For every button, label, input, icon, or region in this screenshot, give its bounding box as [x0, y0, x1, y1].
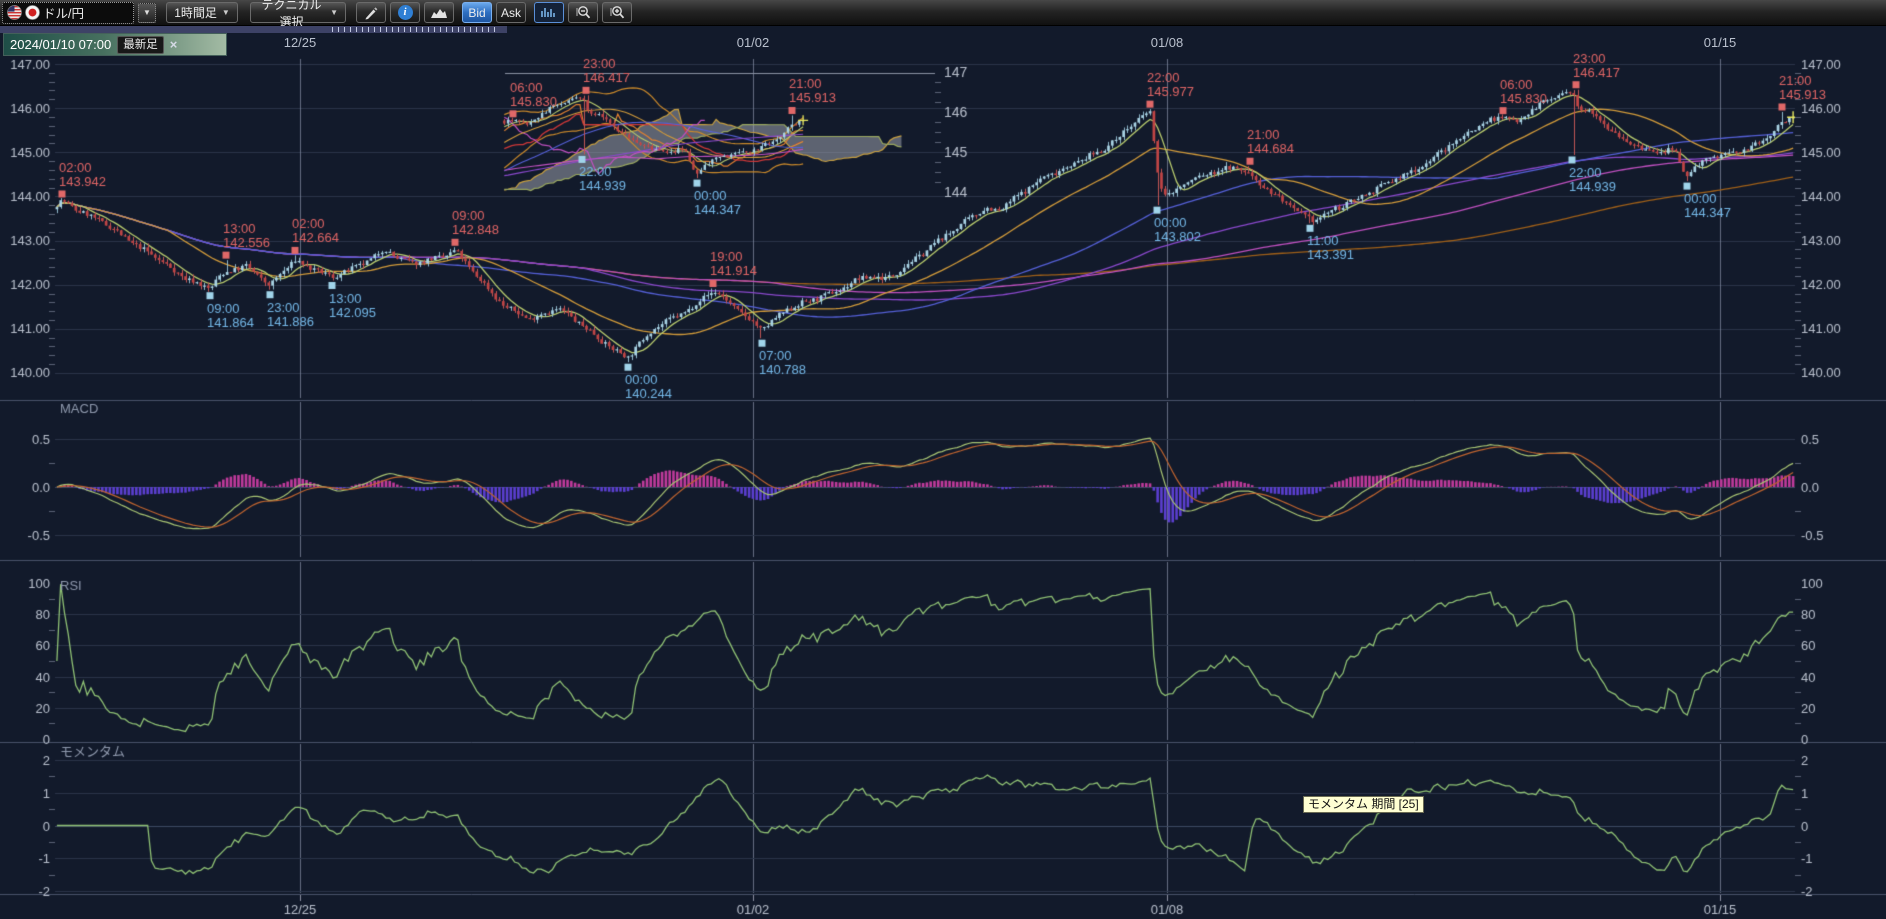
fx-chart-app: ドル/円 ▼ 1時間足 ▼ テクニカル選択 ▼ i Bid Ask [0, 0, 1886, 919]
technical-select[interactable]: テクニカル選択 ▼ [250, 2, 346, 23]
toolbar: ドル/円 ▼ 1時間足 ▼ テクニカル選択 ▼ i Bid Ask [0, 0, 1886, 26]
tick-chart-button[interactable] [534, 2, 564, 23]
chevron-down-icon: ▼ [222, 8, 230, 17]
tick-chart-icon [540, 6, 558, 19]
timeframe-label: 1時間足 [174, 4, 217, 21]
zoom-in-button[interactable] [602, 2, 632, 23]
pair-dropdown-button[interactable]: ▼ [138, 3, 156, 23]
bid-button[interactable]: Bid [462, 2, 492, 23]
currency-pair-select[interactable]: ドル/円 [2, 2, 134, 24]
zoom-in-icon [609, 5, 626, 20]
timeline-label-top: 01/02 [737, 35, 770, 50]
timeline-label-top: 12/25 [284, 35, 317, 50]
timeframe-select[interactable]: 1時間足 ▼ [166, 2, 238, 23]
timeline-label-top: 01/08 [1151, 35, 1184, 50]
tab-bar: 2024/01/10 07:00 最新足 × 12/25 01/02 01/08… [0, 26, 1886, 56]
pencil-icon [363, 5, 379, 21]
us-flag-icon [7, 5, 22, 20]
latest-candle-button[interactable]: 最新足 [117, 36, 164, 54]
info-button[interactable]: i [390, 2, 420, 23]
ask-button[interactable]: Ask [496, 2, 526, 23]
tab-scroll-strip[interactable] [0, 26, 507, 33]
chart-tab[interactable]: 2024/01/10 07:00 最新足 × [3, 33, 227, 56]
draw-tool-button[interactable] [356, 2, 386, 23]
area-chart-icon [430, 6, 448, 19]
jp-flag-icon [25, 5, 40, 20]
chart-canvas[interactable] [0, 0, 1886, 919]
info-icon: i [398, 5, 413, 20]
chart-style-button[interactable] [424, 2, 454, 23]
scroll-ticks-icon [332, 27, 498, 32]
currency-pair-label: ドル/円 [43, 3, 84, 22]
chevron-down-icon: ▼ [143, 8, 151, 17]
tab-close-button[interactable]: × [170, 37, 178, 52]
tab-datetime-label: 2024/01/10 07:00 [10, 37, 111, 52]
timeline-label-top: 01/15 [1704, 35, 1737, 50]
zoom-out-button[interactable] [568, 2, 598, 23]
momentum-tooltip: モメンタム 期間 [25] [1303, 796, 1424, 813]
zoom-out-icon [575, 5, 592, 20]
chevron-down-icon: ▼ [330, 8, 338, 17]
